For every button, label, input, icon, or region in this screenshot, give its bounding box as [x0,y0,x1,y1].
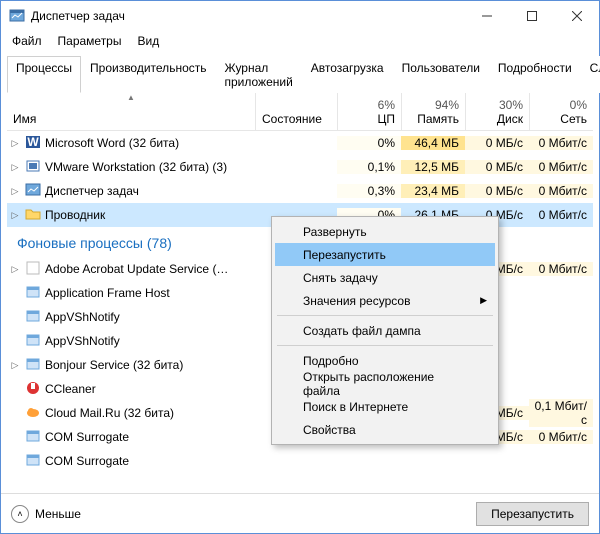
process-name: VMware Workstation (32 бита) (3) [45,160,227,174]
process-name: COM Surrogate [45,454,129,468]
disk-value: 0 МБ/с [465,160,529,174]
submenu-arrow-icon: ▶ [480,295,487,306]
process-icon [25,206,41,225]
column-cpu[interactable]: 6%ЦП [337,93,401,130]
memory-value: 23,4 МБ [401,184,465,198]
column-memory[interactable]: 94%Память [401,93,465,130]
process-icon [25,380,41,399]
context-menu-item[interactable]: Развернуть [275,220,495,243]
cpu-value: 0% [337,136,401,150]
disk-value: 0 МБ/с [465,136,529,150]
svg-text:W: W [27,135,39,149]
context-menu-item[interactable]: Значения ресурсов▶ [275,289,495,312]
chevron-up-icon: ˄ [11,505,29,523]
process-name: Диспетчер задач [45,184,139,198]
tab-1[interactable]: Производительность [81,56,215,93]
process-name: Microsoft Word (32 бита) [45,136,179,150]
app-icon [9,8,25,24]
window-title: Диспетчер задач [31,9,464,23]
expand-icon[interactable]: ▷ [9,264,21,275]
menu-0[interactable]: Файл [5,32,49,50]
column-headers: ▲ Имя Состояние 6%ЦП 94%Память 30%Диск 0… [7,93,593,131]
menu-1[interactable]: Параметры [51,32,129,50]
process-icon [25,452,41,471]
titlebar: Диспетчер задач [1,1,599,31]
network-value: 0 Мбит/с [529,136,593,150]
context-menu-item[interactable]: Перезапустить [275,243,495,266]
minimize-button[interactable] [464,1,509,31]
column-name[interactable]: ▲ Имя [7,93,255,130]
expand-icon[interactable]: ▷ [9,186,21,197]
fewer-label: Меньше [35,507,81,521]
process-name: Cloud Mail.Ru (32 бита) [45,406,174,420]
fewer-details-button[interactable]: ˄ Меньше [11,505,81,523]
column-network[interactable]: 0%Сеть [529,93,593,130]
process-icon [25,308,41,327]
restart-button[interactable]: Перезапустить [476,502,589,526]
column-status-label: Состояние [262,112,322,126]
column-name-label: Имя [13,112,36,126]
context-menu-item[interactable]: Свойства [275,418,495,441]
process-icon [25,284,41,303]
network-value: 0 Мбит/с [529,184,593,198]
expand-icon[interactable]: ▷ [9,162,21,173]
process-name: CCleaner [45,382,96,396]
process-name: AppVShNotify [45,310,120,324]
tab-strip: ПроцессыПроизводительностьЖурнал приложе… [7,55,593,93]
process-icon [25,428,41,447]
process-row[interactable]: ▷ W Microsoft Word (32 бита) 0%46,4 МБ0 МБ/… [7,131,593,155]
disk-value: 0 МБ/с [465,184,529,198]
memory-value: 12,5 МБ [401,160,465,174]
maximize-button[interactable] [509,1,554,31]
context-menu: РазвернутьПерезапуститьСнять задачуЗначе… [271,216,499,445]
tab-0[interactable]: Процессы [7,56,81,93]
expand-icon[interactable]: ▷ [9,360,21,371]
process-icon [25,182,41,201]
cpu-value: 0,3% [337,184,401,198]
process-row[interactable]: ▷ VMware Workstation (32 бита) (3) 0,1%12,… [7,155,593,179]
network-value: 0 Мбит/с [529,160,593,174]
network-value: 0 Мбит/с [529,208,593,222]
menu-2[interactable]: Вид [130,32,166,50]
column-status[interactable]: Состояние [255,93,337,130]
process-name: Adobe Acrobat Update Service (… [45,262,228,276]
tab-2[interactable]: Журнал приложений [216,56,302,93]
process-icon [25,332,41,351]
column-disk[interactable]: 30%Диск [465,93,529,130]
process-icon [25,158,41,177]
memory-value: 46,4 МБ [401,136,465,150]
process-name: COM Surrogate [45,430,129,444]
process-row[interactable]: ▷ Диспетчер задач 0,3%23,4 МБ0 МБ/с0 Мбит/… [7,179,593,203]
process-name: Bonjour Service (32 бита) [45,358,183,372]
close-button[interactable] [554,1,599,31]
network-value: 0,1 Мбит/с [529,399,593,427]
menubar: ФайлПараметрыВид [1,31,599,51]
process-name: Проводник [45,208,105,222]
process-name: AppVShNotify [45,334,120,348]
tab-3[interactable]: Автозагрузка [302,56,393,93]
expand-icon[interactable]: ▷ [9,138,21,149]
sort-indicator-icon: ▲ [127,93,135,102]
process-name: Application Frame Host [45,286,170,300]
network-value: 0 Мбит/с [529,430,593,444]
tab-6[interactable]: Службы [581,56,600,93]
tab-5[interactable]: Подробности [489,56,581,93]
process-icon [25,260,41,279]
process-row[interactable]: COM Surrogate [7,449,593,473]
process-icon [25,356,41,375]
process-icon [25,404,41,423]
tab-4[interactable]: Пользователи [393,56,489,93]
expand-icon[interactable]: ▷ [9,210,21,221]
cpu-value: 0,1% [337,160,401,174]
network-value: 0 Мбит/с [529,262,593,276]
context-menu-item[interactable]: Создать файл дампа [275,319,495,342]
context-menu-item[interactable]: Снять задачу [275,266,495,289]
context-menu-item[interactable]: Открыть расположение файла [275,372,495,395]
context-menu-item[interactable]: Поиск в Интернете [275,395,495,418]
process-icon: W [25,134,41,153]
footer: ˄ Меньше Перезапустить [1,493,599,533]
